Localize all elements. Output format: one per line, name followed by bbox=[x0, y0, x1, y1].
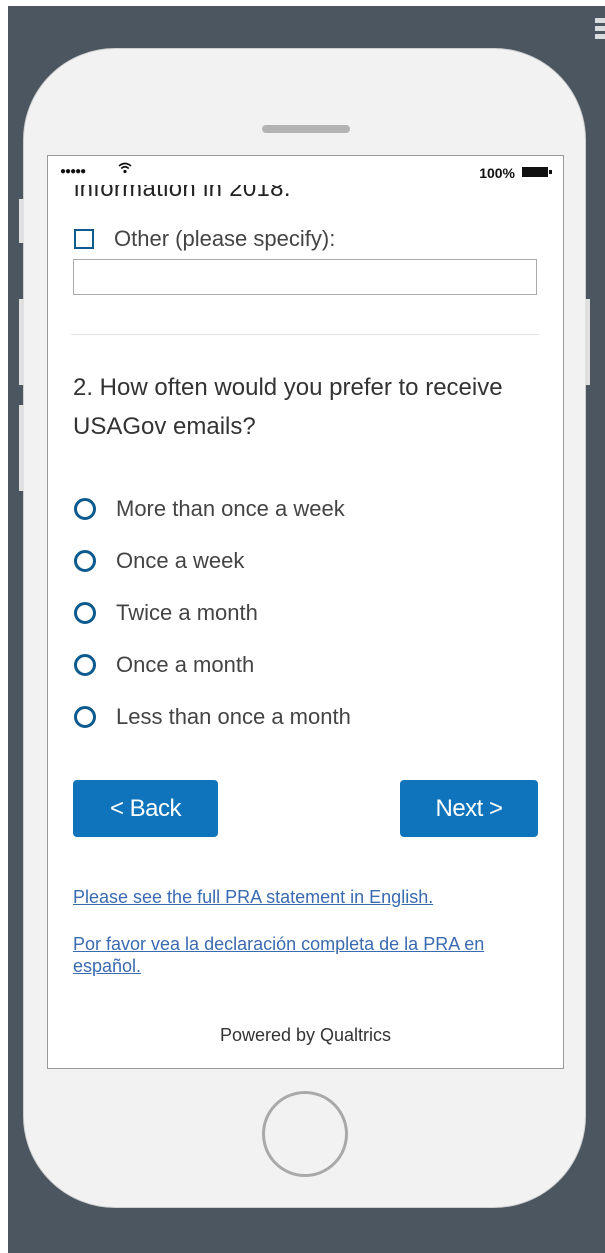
question-title: 2. How often would you prefer to receive… bbox=[73, 374, 503, 440]
radio-button[interactable] bbox=[74, 654, 96, 676]
phone-side-button bbox=[19, 299, 24, 385]
powered-by-text: Powered by Qualtrics bbox=[219, 1025, 392, 1045]
radio-option[interactable]: Once a month bbox=[74, 639, 351, 691]
radio-button[interactable] bbox=[74, 706, 96, 728]
option-label: Once a month bbox=[116, 652, 255, 677]
radio-button[interactable] bbox=[74, 498, 96, 520]
wifi-icon bbox=[118, 162, 132, 177]
radio-button[interactable] bbox=[74, 550, 96, 572]
back-button[interactable]: < Back bbox=[73, 780, 218, 837]
next-button[interactable]: Next > bbox=[400, 780, 538, 837]
phone-speaker bbox=[262, 125, 350, 133]
pra-english-link[interactable]: Please see the full PRA statement in Eng… bbox=[73, 886, 533, 908]
top-edge bbox=[0, 0, 605, 6]
phone-side-button bbox=[585, 299, 590, 385]
left-edge bbox=[0, 0, 8, 1253]
phone-side-button bbox=[19, 199, 24, 243]
other-option[interactable]: Other (please specify): bbox=[74, 226, 335, 252]
battery-icon bbox=[522, 167, 552, 177]
battery-percent: 100% bbox=[479, 165, 515, 181]
other-option-label: Other (please specify): bbox=[114, 226, 336, 251]
signal-icon: ●●●●● bbox=[60, 166, 86, 177]
pra-spanish-link[interactable]: Por favor vea la declaración completa de… bbox=[73, 933, 533, 977]
option-label: Twice a month bbox=[116, 600, 258, 625]
other-specify-input[interactable] bbox=[73, 259, 537, 295]
home-button[interactable] bbox=[262, 1091, 348, 1177]
radio-option[interactable]: Less than once a month bbox=[74, 691, 351, 743]
frequency-options: More than once a week Once a week Twice … bbox=[74, 483, 351, 743]
radio-option[interactable]: More than once a week bbox=[74, 483, 351, 535]
radio-option[interactable]: Twice a month bbox=[74, 587, 351, 639]
phone-side-button bbox=[19, 405, 24, 491]
other-checkbox[interactable] bbox=[74, 229, 94, 249]
option-label: Once a week bbox=[116, 548, 245, 573]
option-label: More than once a week bbox=[116, 496, 345, 521]
status-bar: ●●●●● 100% bbox=[48, 156, 563, 182]
radio-option[interactable]: Once a week bbox=[74, 535, 351, 587]
divider bbox=[71, 334, 539, 335]
option-label: Less than once a month bbox=[116, 704, 351, 729]
phone-screen: ●●●●● 100% information in 2018. Other (p… bbox=[47, 155, 564, 1069]
corner-marker bbox=[595, 18, 605, 50]
radio-button[interactable] bbox=[74, 602, 96, 624]
